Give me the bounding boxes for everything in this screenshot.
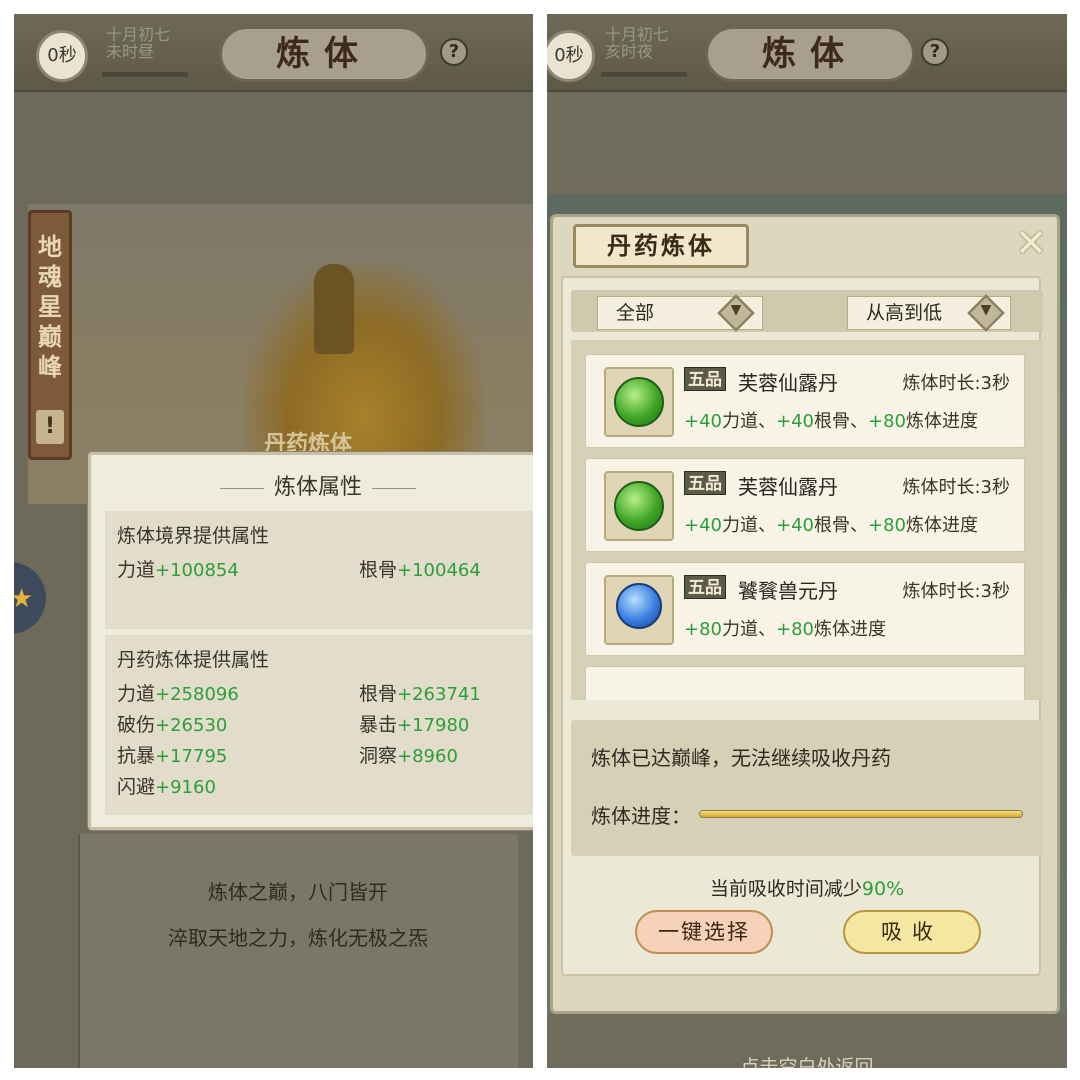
pill-effect: +40力道、+40根骨、+80炼体进度: [684, 515, 978, 536]
realm-banner-text: 地魂星巅峰: [38, 232, 62, 381]
stat-item: 根骨+100464: [359, 559, 481, 581]
stat-item: 根骨+263741: [359, 683, 481, 705]
page-title: 炼体: [219, 26, 429, 82]
pill-list[interactable]: 五品 芙蓉仙露丹 炼体时长:3秒 +40力道、+40根骨、+80炼体进度 五品 …: [571, 340, 1043, 700]
refine-duration: 炼体时长:3秒: [902, 477, 1010, 498]
grade-badge: 五品: [684, 575, 726, 599]
attribute-panel-title: 炼体属性: [91, 469, 533, 501]
time-progress-bar: [601, 72, 687, 77]
pill-effect: +80力道、+80炼体进度: [684, 619, 886, 640]
status-message: 炼体已达巅峰，无法继续吸收丹药: [591, 746, 891, 770]
stat-item: 暴击+17980: [359, 714, 470, 736]
stat-item: 力道+100854: [117, 559, 239, 581]
left-screen: 0秒 十月初七 未时昼 炼体 ? 丹药炼体 地魂星巅峰 ! ★ 炼体之巅，八门皆…: [14, 14, 533, 1068]
green-pill-icon: [614, 377, 664, 427]
refine-duration: 炼体时长:3秒: [902, 581, 1010, 602]
attribute-panel: 炼体属性 炼体境界提供属性 力道+100854 根骨+100464 丹药炼体提供…: [88, 452, 533, 830]
stat-item: 破伤+26530: [117, 714, 228, 736]
status-box: [571, 720, 1043, 856]
pill-name: 饕餮兽元丹: [738, 579, 838, 603]
game-date: 十月初七 亥时夜: [605, 26, 669, 60]
refine-progress-fill: [700, 811, 1022, 817]
grade-badge: 五品: [684, 471, 726, 495]
motto-line-1: 炼体之巅，八门皆开: [208, 880, 388, 904]
green-pill-icon: [614, 481, 664, 531]
pill-icon-frame: [604, 367, 674, 437]
refine-duration: 炼体时长:3秒: [902, 373, 1010, 394]
pill-list-item[interactable]: 五品 芙蓉仙露丹 炼体时长:3秒 +40力道、+40根骨、+80炼体进度: [585, 458, 1025, 552]
bottom-area: [78, 834, 518, 1068]
stat-item: 闪避+9160: [117, 776, 216, 798]
timer-badge: 0秒: [36, 30, 88, 82]
pill-list-item[interactable]: [585, 666, 1025, 700]
date-day: 十月初七: [605, 25, 670, 44]
blue-orb-icon: [616, 583, 662, 629]
refine-progress-bar: [699, 810, 1023, 818]
right-screen: 0秒 十月初七 亥时夜 炼体 ? 丹药炼体 ✕ 全部 ▼ 从高到低 ▼ 五品 芙…: [547, 14, 1067, 1068]
stat-item: 抗暴+17795: [117, 745, 228, 767]
statue-figure: [314, 264, 354, 354]
chevron-down-glyph: ▼: [980, 302, 992, 318]
auto-select-button[interactable]: 一键选择: [635, 910, 773, 954]
pill-icon-frame: [604, 471, 674, 541]
pill-list-item[interactable]: 五品 饕餮兽元丹 炼体时长:3秒 +80力道、+80炼体进度: [585, 562, 1025, 656]
stat-item: 力道+258096: [117, 683, 239, 705]
alert-icon[interactable]: !: [36, 410, 64, 444]
pill-attributes-heading: 丹药炼体提供属性: [117, 649, 270, 671]
time-progress-bar: [102, 72, 188, 77]
chevron-down-glyph: ▼: [730, 302, 742, 318]
time-reduction-text: 当前吸收时间减少90%: [709, 878, 905, 900]
motto-line-2: 淬取天地之力，炼化无极之炁: [168, 926, 428, 950]
pill-attributes-section: 丹药炼体提供属性 力道+258096 根骨+263741 破伤+26530 暴击…: [105, 635, 533, 815]
close-icon[interactable]: ✕: [1013, 224, 1049, 262]
realm-attributes-section: 炼体境界提供属性 力道+100854 根骨+100464: [105, 511, 533, 629]
progress-label: 炼体进度：: [591, 804, 691, 828]
pill-icon-frame: [604, 575, 674, 645]
page-title: 炼体: [705, 26, 915, 82]
stat-item: 洞察+8960: [359, 745, 458, 767]
absorb-button[interactable]: 吸收: [843, 910, 981, 954]
pill-effect: +40力道、+40根骨、+80炼体进度: [684, 411, 978, 432]
help-icon[interactable]: ?: [921, 38, 949, 66]
date-day: 十月初七: [106, 25, 171, 44]
tap-to-return-hint[interactable]: 点击空白处返回: [547, 1052, 1067, 1068]
grade-badge: 五品: [684, 367, 726, 391]
date-time: 亥时夜: [605, 42, 654, 61]
game-date: 十月初七 未时昼: [106, 26, 170, 60]
pill-name: 芙蓉仙露丹: [738, 371, 838, 395]
realm-attributes-heading: 炼体境界提供属性: [117, 525, 270, 547]
date-time: 未时昼: [106, 42, 155, 61]
pill-name: 芙蓉仙露丹: [738, 475, 838, 499]
pill-list-item[interactable]: 五品 芙蓉仙露丹 炼体时长:3秒 +40力道、+40根骨、+80炼体进度: [585, 354, 1025, 448]
help-icon[interactable]: ?: [440, 38, 468, 66]
modal-title: 丹药炼体: [573, 224, 749, 268]
star-icon: ★: [14, 584, 34, 614]
